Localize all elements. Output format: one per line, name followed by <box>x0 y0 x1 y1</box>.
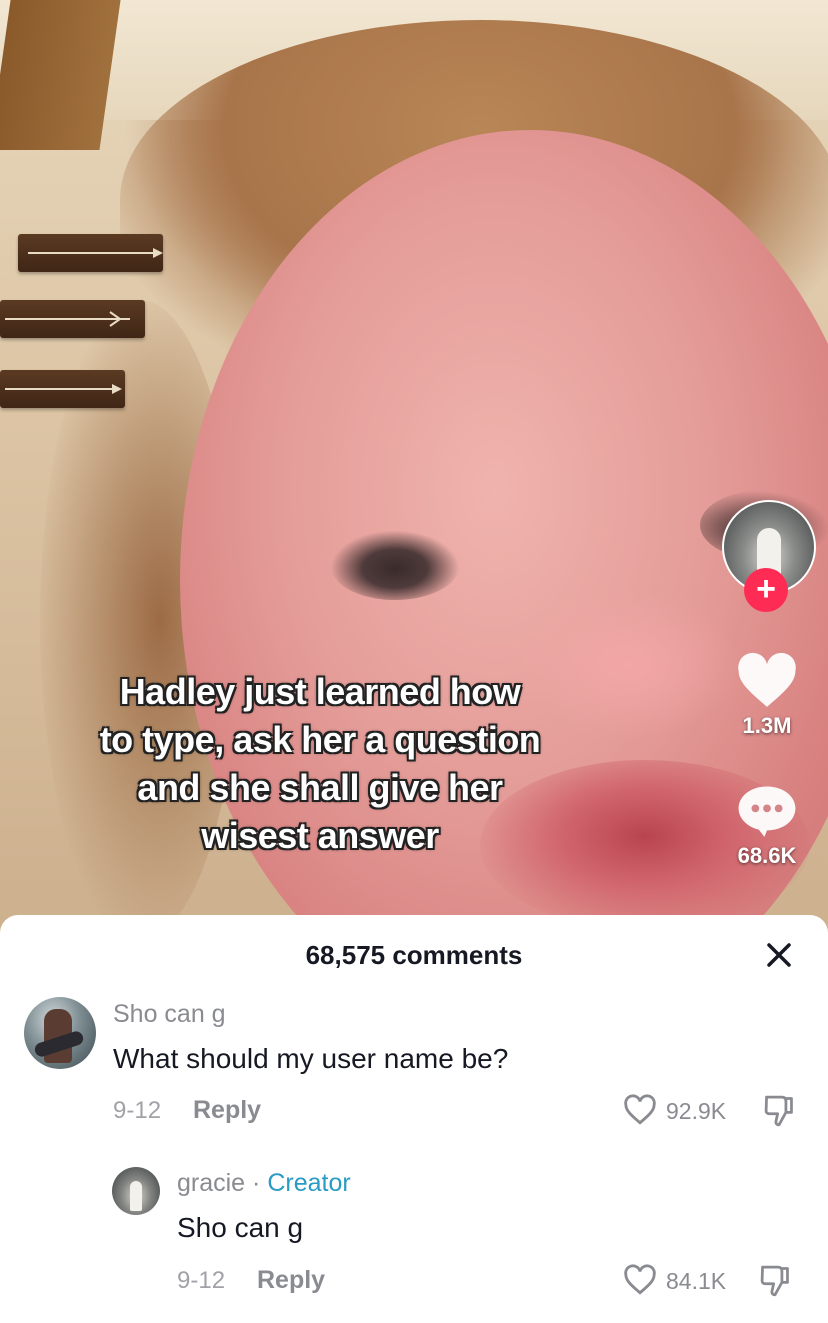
comment-like-heart-icon[interactable] <box>623 1094 657 1126</box>
creator-reply-avatar[interactable] <box>112 1167 160 1215</box>
avatar-figure <box>130 1181 142 1211</box>
wooden-beam <box>0 0 121 150</box>
video-caption: Hadley just learned how to type, ask her… <box>60 668 580 860</box>
comment-like-heart-icon[interactable] <box>623 1264 657 1296</box>
dislike-thumb-icon[interactable] <box>758 1263 792 1299</box>
comment-like-count: 84.1K <box>666 1268 727 1294</box>
wall-sign <box>18 234 163 272</box>
separator-dot: · <box>252 1169 261 1197</box>
like-heart-icon[interactable] <box>736 652 798 710</box>
comment-date: 9-12 <box>113 1097 162 1124</box>
reply-text: Sho can g <box>177 1212 304 1243</box>
arrow-decoration-icon <box>5 384 122 394</box>
video-player[interactable]: Hadley just learned how to type, ask her… <box>0 0 828 935</box>
eye <box>330 530 460 600</box>
arrow-decoration-icon <box>28 248 163 258</box>
dislike-thumb-icon[interactable] <box>762 1093 796 1129</box>
follow-button[interactable]: + <box>744 568 788 612</box>
comment-text: What should my user name be? <box>113 1043 509 1074</box>
comment-like-count: 92.9K <box>666 1098 727 1124</box>
creator-badge: Creator <box>267 1169 351 1197</box>
caption-line: Hadley just learned how <box>119 671 521 712</box>
reply-date: 9-12 <box>177 1267 226 1294</box>
comment-username[interactable]: Sho can g <box>113 1000 226 1029</box>
commenter-avatar[interactable] <box>24 997 96 1069</box>
reply-button[interactable]: Reply <box>257 1266 325 1295</box>
wall-sign <box>0 300 145 338</box>
comment-bubble-icon[interactable] <box>736 782 798 840</box>
caption-line: and she shall give her <box>137 767 503 808</box>
wall-sign <box>0 370 125 408</box>
like-count: 1.3M <box>742 713 792 738</box>
reply-username[interactable]: gracie <box>177 1169 245 1197</box>
comment-count: 68.6K <box>737 843 797 868</box>
arrow-decoration-icon <box>5 311 130 327</box>
caption-line: to type, ask her a question <box>99 719 541 760</box>
reply-username-line[interactable]: gracie · Creator <box>177 1169 351 1198</box>
reply-button[interactable]: Reply <box>193 1096 261 1125</box>
comments-title: 68,575 comments <box>305 940 523 970</box>
caption-line: wisest answer <box>201 815 439 856</box>
close-icon[interactable] <box>762 938 796 972</box>
